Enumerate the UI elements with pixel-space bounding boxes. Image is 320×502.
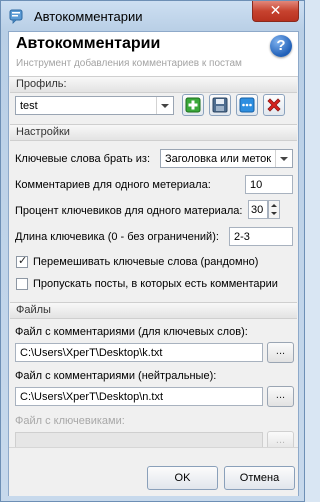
keyword-length-field[interactable]: 2-3 [229, 227, 293, 246]
comments-per-material-label: Комментариев для одного метериала: [15, 179, 211, 191]
delete-icon [267, 98, 281, 112]
footer: OK Отмена [9, 447, 298, 496]
settings-section-label: Настройки [16, 126, 70, 138]
skip-commented-checkbox[interactable] [16, 278, 28, 290]
keywords-list-label: Файл с ключевиками: [15, 415, 125, 427]
add-icon [185, 97, 201, 113]
chevron-down-icon[interactable] [275, 150, 292, 167]
files-section-label: Файлы [16, 304, 51, 316]
skip-commented-label[interactable]: Пропускать посты, в которых есть коммент… [33, 278, 278, 290]
cancel-button[interactable]: Отмена [224, 466, 295, 490]
comments-per-material-value: 10 [250, 179, 263, 191]
keyword-percent-value: 30 [251, 204, 264, 216]
settings-section-header: Настройки [10, 124, 297, 141]
keyword-length-label: Длина ключевика (0 - без ограничений): [15, 231, 219, 243]
add-profile-button[interactable] [182, 94, 204, 116]
save-icon [212, 97, 228, 113]
more-options-button[interactable] [236, 94, 258, 116]
keywords-file-field[interactable]: C:\Users\XperT\Desktop\k.txt [15, 343, 263, 362]
more-icon [239, 97, 255, 113]
profile-select[interactable]: test [15, 96, 174, 115]
keyword-percent-field[interactable]: 30 [248, 200, 268, 219]
help-icon[interactable]: ? [270, 35, 292, 57]
neutral-file-label: Файл с комментариями (нейтральные): [15, 370, 217, 382]
keywords-source-select[interactable]: Заголовка или меток [160, 149, 293, 168]
shuffle-label[interactable]: Перемешивать ключевые слова (рандомно) [33, 256, 258, 268]
files-section-header: Файлы [10, 302, 297, 319]
neutral-file-field[interactable]: C:\Users\XperT\Desktop\n.txt [15, 387, 263, 406]
title-bar[interactable]: Автокомментарии ✕ [1, 1, 304, 31]
checkmark-icon: ✓ [18, 255, 28, 267]
keywords-file-browse-button[interactable]: ... [267, 342, 294, 363]
shuffle-checkbox[interactable]: ✓ [16, 255, 28, 268]
delete-profile-button[interactable] [263, 94, 285, 116]
profile-section-label: Профиль: [16, 78, 67, 90]
keyword-percent-stepper[interactable] [268, 200, 280, 219]
page-title: Автокомментарии [16, 35, 161, 52]
app-icon [9, 9, 23, 24]
keyword-length-value: 2-3 [234, 231, 250, 243]
close-button[interactable]: ✕ [252, 1, 299, 22]
keywords-source-value: Заголовка или меток [165, 153, 272, 165]
chevron-down-icon[interactable] [156, 97, 173, 114]
profile-section-header: Профиль: [10, 76, 297, 93]
comments-per-material-field[interactable]: 10 [245, 175, 293, 194]
profile-select-value: test [20, 100, 38, 112]
neutral-file-browse-button[interactable]: ... [267, 386, 294, 407]
keywords-file-label: Файл с комментариями (для ключевых слов)… [15, 326, 248, 338]
keyword-percent-label: Процент ключевиков для одного материала: [15, 205, 243, 217]
window-title: Автокомментарии [34, 9, 143, 24]
keywords-file-value: C:\Users\XperT\Desktop\k.txt [20, 347, 163, 359]
page-subtitle: Инструмент добавления комментариев к пос… [16, 58, 242, 69]
client-area: Автокомментарии Инструмент добавления ко… [8, 31, 299, 496]
save-profile-button[interactable] [209, 94, 231, 116]
neutral-file-value: C:\Users\XperT\Desktop\n.txt [20, 391, 164, 403]
header: Автокомментарии Инструмент добавления ко… [9, 32, 298, 77]
dialog-window: Автокомментарии ✕ Автокомментарии Инстру… [0, 0, 305, 502]
ok-button[interactable]: OK [147, 466, 218, 490]
keywords-source-label: Ключевые слова брать из: [15, 153, 151, 165]
